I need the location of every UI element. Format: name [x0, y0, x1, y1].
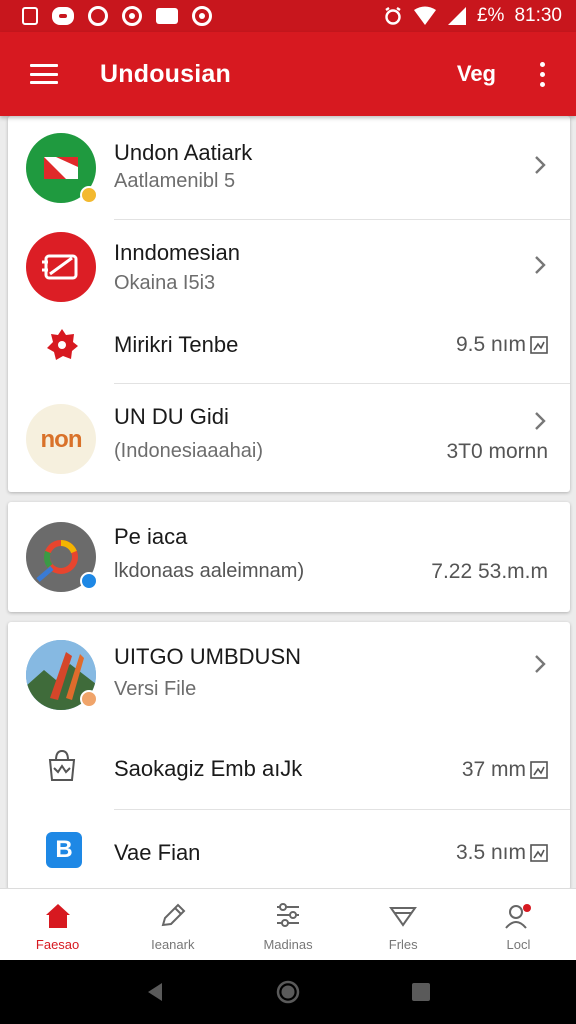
image-icon: [530, 844, 548, 862]
app-notification-icon: [88, 6, 108, 26]
item-title: Inndomesian: [114, 240, 240, 265]
menu-icon[interactable]: [30, 64, 58, 84]
brand-logo: non: [40, 426, 83, 453]
nav-label: Ieanark: [151, 937, 195, 952]
bottom-navigation: Faesao Ieanark Madinas Frles Locl: [0, 888, 576, 960]
home-icon: [45, 904, 70, 928]
app-bar-action-button[interactable]: Veg: [457, 61, 496, 87]
app-logo-icon: [47, 329, 78, 360]
record-icon: [122, 6, 142, 26]
item-subtitle: Aatlamenibl 5: [114, 170, 236, 192]
item-meta: 37 mm: [461, 758, 526, 781]
item-meta: 3T0 mornn: [446, 440, 548, 463]
item-title: UN DU Gidi: [114, 404, 229, 429]
system-navigation-bar: [0, 960, 576, 1024]
badge-icon: [80, 572, 98, 590]
list-item[interactable]: Inndomesian Okaina I5i3: [8, 220, 570, 306]
filter-list-icon: [277, 903, 299, 927]
list-card: Pe iaca lkdonaas aaleimnam) 7.22 53.m.m: [8, 502, 570, 612]
image-notification-icon: [156, 8, 178, 24]
chevron-right-icon: [535, 256, 546, 274]
list-item[interactable]: Undon Aatiark Aatlamenibl 5: [8, 116, 570, 220]
nav-label: Locl: [506, 937, 531, 952]
list-item[interactable]: Pe iaca lkdonaas aaleimnam) 7.22 53.m.m: [8, 502, 570, 612]
wifi-icon: [413, 6, 436, 25]
item-title: Vae Fian: [114, 840, 201, 865]
nav-files[interactable]: Frles: [346, 889, 461, 960]
profile-icon: [505, 904, 532, 929]
notification-icon: [22, 7, 38, 25]
list-item[interactable]: Mirikri Tenbe 9.5 nım: [8, 306, 570, 384]
list-item[interactable]: UITGO UMBDUSN Versi File: [8, 622, 570, 726]
item-meta: 9.5 nım: [455, 333, 526, 356]
nav-label: Faesao: [35, 937, 80, 952]
signal-icon: [447, 7, 466, 25]
clock: 81:30: [514, 5, 562, 26]
app-logo-icon: B: [46, 832, 82, 868]
nav-bookmark[interactable]: Ieanark: [115, 889, 230, 960]
list-item[interactable]: non UN DU Gidi (Indonesiaaahai) 3T0 morn…: [8, 384, 570, 492]
avatar: non: [26, 404, 96, 474]
list-card: UITGO UMBDUSN Versi File Saokagiz Emb aı…: [8, 622, 570, 890]
list-item[interactable]: Saokagiz Emb aıJk 37 mm: [8, 726, 570, 810]
item-title: UITGO UMBDUSN: [114, 644, 301, 669]
image-icon: [530, 336, 548, 354]
list-card: Undon Aatiark Aatlamenibl 5 Inndomesian …: [8, 116, 570, 492]
chevron-right-icon: [535, 156, 546, 174]
item-subtitle: (Indonesiaaahai): [114, 440, 263, 462]
status-bar: £% 81:30: [0, 0, 576, 32]
nav-profile[interactable]: Locl: [461, 889, 576, 960]
nav-label: Frles: [388, 937, 418, 952]
item-subtitle: Versi File: [114, 678, 197, 700]
nav-label: Madinas: [263, 937, 313, 952]
badge-icon: [80, 690, 98, 708]
item-title: Pe iaca: [114, 524, 188, 549]
funnel-icon: [389, 907, 418, 927]
message-icon: [52, 7, 74, 25]
item-title: Mirikri Tenbe: [114, 332, 239, 357]
more-options-icon[interactable]: [540, 61, 546, 87]
app-bar: Undousian Veg: [0, 32, 576, 116]
avatar: [26, 232, 96, 302]
back-icon[interactable]: [144, 981, 166, 1003]
list-item[interactable]: B Vae Fian 3.5 nım: [8, 810, 570, 890]
chevron-right-icon: [535, 412, 546, 430]
nav-home[interactable]: Faesao: [0, 889, 115, 960]
battery-text: £%: [476, 5, 505, 26]
recent-apps-icon[interactable]: [410, 981, 432, 1003]
sync-icon: [192, 6, 212, 26]
item-subtitle: lkdonaas aaleimnam): [114, 560, 305, 582]
item-title: Undon Aatiark: [114, 140, 253, 165]
home-button-icon[interactable]: [276, 980, 300, 1004]
item-title: Saokagiz Emb aıJk: [114, 756, 303, 781]
item-meta: 7.22 53.m.m: [431, 560, 548, 583]
badge-icon: [80, 186, 98, 204]
shopping-bag-icon: [48, 749, 76, 781]
alarm-icon: [385, 7, 401, 25]
image-icon: [530, 761, 548, 779]
item-meta: 3.5 nım: [455, 841, 526, 864]
chevron-right-icon: [535, 655, 546, 673]
item-subtitle: Okaina I5i3: [114, 272, 216, 294]
nav-media[interactable]: Madinas: [230, 889, 345, 960]
app-title: Undousian: [100, 59, 231, 88]
pen-icon: [161, 903, 186, 927]
